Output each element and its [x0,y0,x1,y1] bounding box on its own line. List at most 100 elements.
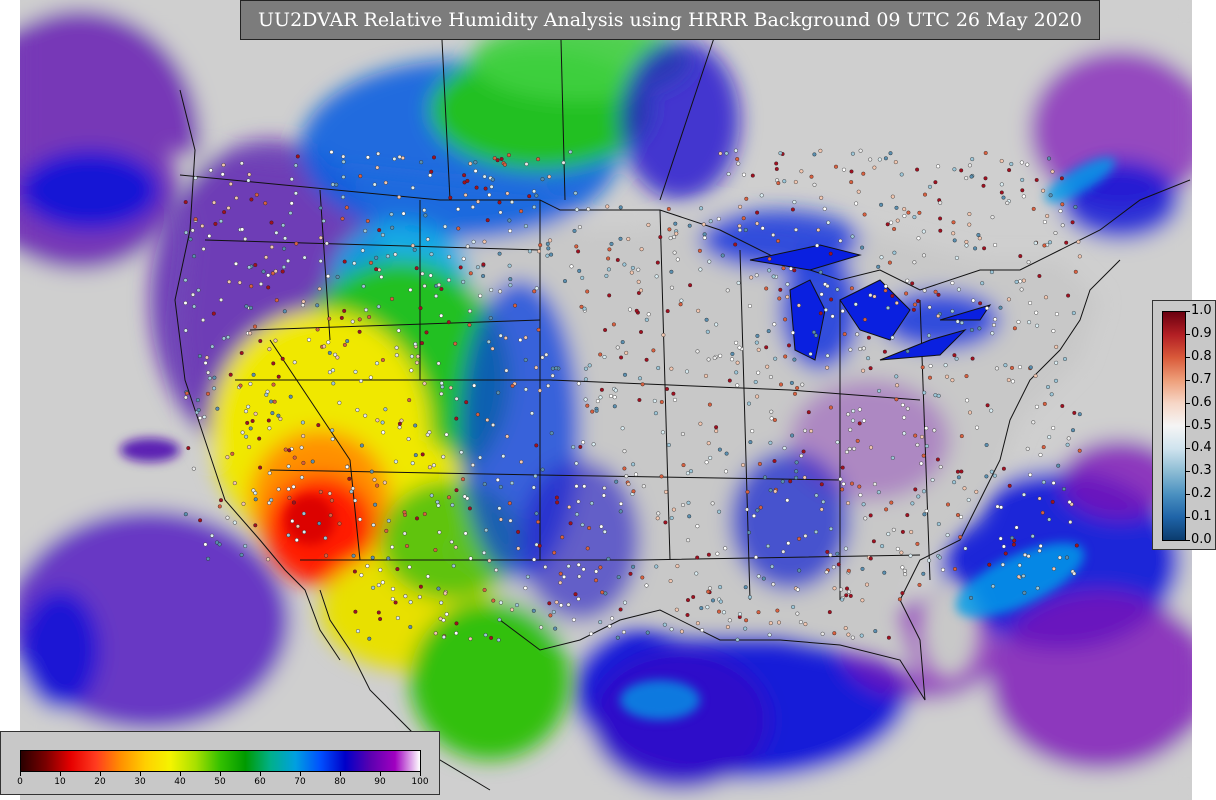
station-marker [764,286,769,291]
station-marker [747,304,752,309]
station-marker [622,262,627,267]
rh-colorbar-tickmark [340,772,341,776]
station-marker [1009,161,1014,166]
station-marker [755,333,760,338]
station-marker [618,205,623,210]
station-marker [866,356,871,361]
station-marker [819,507,824,512]
station-marker [990,331,995,336]
station-marker [790,433,795,438]
station-marker [1076,239,1081,244]
station-marker [1033,240,1038,245]
station-marker [733,148,738,153]
station-marker [938,228,943,233]
station-marker [895,383,900,388]
station-marker [317,521,322,526]
station-marker [736,280,741,285]
station-marker [1060,404,1065,409]
station-marker [777,296,782,301]
station-marker [585,289,590,294]
station-marker [698,267,703,272]
station-marker [291,484,296,489]
station-marker [976,232,981,237]
station-marker [794,460,799,465]
increment-colorbar-tickmark [1186,379,1190,381]
station-marker [340,216,345,221]
station-marker [964,243,969,248]
rh-colorbar-bar [20,750,421,772]
station-marker [886,635,891,640]
station-marker [913,487,918,492]
station-marker [546,246,551,251]
station-marker [439,391,444,396]
station-marker [599,387,604,392]
station-marker [663,520,668,525]
station-marker [537,543,542,548]
station-marker [585,403,590,408]
station-marker [497,251,502,256]
station-marker [1066,293,1071,298]
station-marker [755,221,760,226]
station-marker [664,489,669,494]
station-marker [397,421,402,426]
station-marker [691,595,696,600]
station-marker [846,412,851,417]
station-marker [845,586,850,591]
station-marker [970,157,975,162]
station-marker [288,394,293,399]
station-marker [299,475,304,480]
increment-colorbar-tick-label: 1.0 [1191,303,1212,318]
station-marker [369,469,374,474]
station-marker [225,515,230,520]
station-marker [463,531,468,536]
station-marker [1028,301,1033,306]
station-marker [239,351,244,356]
station-marker [937,555,942,560]
station-marker [210,344,215,349]
station-marker [474,185,479,190]
station-marker [668,236,673,241]
station-marker [1040,510,1045,515]
station-marker [922,288,927,293]
station-marker [410,243,415,248]
station-marker [473,168,478,173]
station-marker [882,349,887,354]
station-marker [912,215,917,220]
station-marker [395,616,400,621]
station-marker [814,333,819,338]
station-marker [225,455,230,460]
station-marker [501,454,506,459]
station-marker [294,538,299,543]
station-marker [540,177,545,182]
station-marker [698,421,703,426]
station-marker [352,261,357,266]
station-marker [752,513,757,518]
station-marker [631,489,636,494]
station-marker [299,445,304,450]
station-marker [995,504,1000,509]
station-marker [841,481,846,486]
station-marker [788,479,793,484]
station-marker [744,618,749,623]
station-marker [549,431,554,436]
increment-colorbar-tickmark [1186,540,1190,541]
station-marker [577,225,582,230]
station-marker [523,387,528,392]
station-marker [824,570,829,575]
station-marker [730,357,735,362]
station-marker [183,512,188,517]
station-marker [1006,297,1011,302]
station-marker [550,373,555,378]
station-marker [432,155,437,160]
station-marker [372,477,377,482]
station-marker [365,564,370,569]
station-marker [767,268,772,273]
rh-colorbar-tickmark [300,772,301,776]
station-marker [1037,496,1042,501]
station-marker [246,404,251,409]
station-marker [851,418,856,423]
station-marker [787,343,792,348]
station-marker [436,586,441,591]
station-marker [518,338,523,343]
station-marker [868,293,873,298]
